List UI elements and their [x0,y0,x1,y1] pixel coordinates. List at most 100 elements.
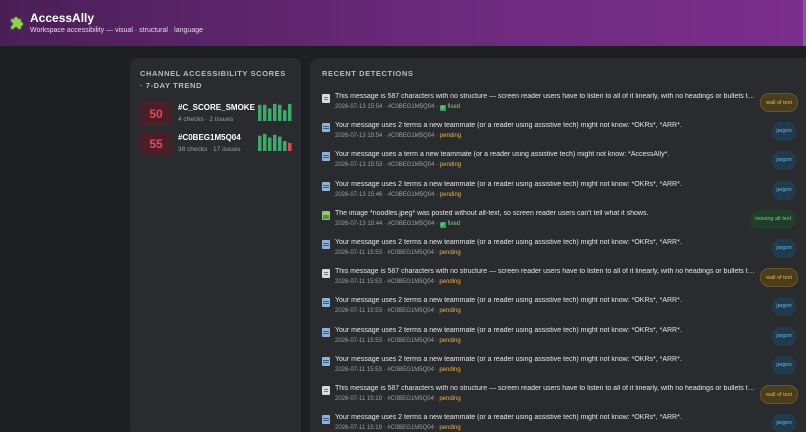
channel-scores-title: Channel accessibility scores · 7-day tre… [140,69,286,90]
detection-row[interactable]: The image *noodles.jpeg* was posted with… [322,208,804,237]
detection-tag: wall of text [760,93,798,112]
detection-meta: 2026-07-11 15:19 · #C0BEG1M5Q04 · pendin… [335,396,461,402]
detection-tag: jargon [772,326,796,346]
status-pending: pending [439,250,461,256]
detection-time: 2026-07-13 15:54 [335,133,383,140]
status-pending: pending [439,396,461,402]
status-pending: pending [439,162,462,169]
detection-row[interactable]: Your message uses 2 terms a new teammate… [322,120,804,149]
message-icon [322,415,330,425]
detection-row[interactable]: Your message uses 2 terms a new teammate… [322,412,804,432]
detection-channel: #C0BEG1M5Q04 [387,308,434,315]
trend-bar [268,108,272,121]
trend-sparkline [258,103,292,121]
detection-channel: #C0BEG1M5Q04 [387,104,435,110]
trend-sparkline [258,133,292,151]
detection-text: Your message uses 2 terms a new teammate… [335,297,682,305]
detection-meta: 2026-07-11 15:53 · #C0BEG1M5Q04 · pendin… [335,308,461,315]
status-pending: pending [439,133,462,140]
trend-bar [258,135,262,151]
check-icon: ✓ [439,105,446,111]
detection-tag: jargon [772,355,796,375]
detection-text: This message is 587 characters with no s… [335,385,755,392]
detection-meta: 2026-07-11 15:19 · #C0BEG1M5Q04 · pendin… [335,425,461,432]
detection-channel: #C0BEG1M5Q04 [387,366,434,373]
message-icon [322,356,330,366]
detection-text: This message is 587 characters with no s… [335,93,755,100]
detection-meta: 2026-07-13 15:44 · #C0BEG1M5Q04 · ✓ fixe… [335,220,461,228]
channel-score-row[interactable]: 55 #C0BEG1M5Q04 38 checks · 17 issues [140,132,293,158]
detection-time: 2026-07-13 15:46 [335,191,383,198]
detection-meta: 2026-07-13 15:53 · #C0BEG1M5Q04 · pendin… [335,162,462,169]
trend-bar [278,104,282,121]
detection-meta: 2026-07-11 15:53 · #C0BEG1M5Q04 · pendin… [335,366,461,373]
recent-detections-title: Recent detections [322,69,414,78]
detection-channel: #C0BEG1M5Q04 [387,250,434,256]
detection-time: 2026-07-11 15:53 [335,308,382,315]
message-icon [322,181,330,191]
detection-row[interactable]: Your message uses 2 terms a new teammate… [322,325,804,354]
detection-text: Your message uses 2 terms a new teammate… [335,122,682,130]
message-icon [322,327,330,337]
detection-row[interactable]: This message is 587 characters with no s… [322,383,804,412]
trend-bar [273,134,277,151]
detection-tag: jargon [772,151,796,171]
trend-bar [288,142,292,151]
document-icon [322,269,330,279]
channel-name: #C0BEG1M5Q04 [178,133,241,142]
detection-meta: 2026-07-11 15:53 · #C0BEG1M5Q04 · pendin… [335,337,461,344]
detection-meta: 2026-07-13 15:54 · #C0BEG1M5Q04 · ✓ fixe… [335,104,461,111]
detection-text: The image *noodles.jpeg* was posted with… [335,209,649,217]
detection-meta: 2026-07-13 15:46 · #C0BEG1M5Q04 · pendin… [335,191,462,198]
app-subtitle: Workspace accessibility — visual · struc… [30,27,203,34]
trend-bar [263,104,267,121]
detection-text: Your message uses 2 terms a new teammate… [335,239,682,246]
detection-time: 2026-07-11 15:19 [335,425,382,432]
detection-text: Your message uses 2 terms a new teammate… [335,355,682,363]
channel-score-row[interactable]: 50 #C_SCORE_SMOKE 4 checks · 2 issues [140,102,293,128]
detection-time: 2026-07-11 15:19 [335,396,382,402]
detection-time: 2026-07-11 15:53 [335,337,382,344]
image-icon [322,210,330,220]
status-pending: pending [439,308,461,315]
detection-time: 2026-07-13 15:53 [335,162,383,169]
status-pending: pending [439,366,461,373]
app-title: AccessAlly [30,11,95,25]
recent-detections-panel: Recent detections This message is 587 ch… [310,58,806,432]
detection-time: 2026-07-13 15:54 [335,104,383,110]
detection-row[interactable]: Your message uses 2 terms a new teammate… [322,237,804,266]
trend-bar [283,141,287,151]
detection-channel: #C0BEG1M5Q04 [387,425,434,432]
trend-bar [283,110,287,121]
detection-channel: #C0BEG1M5Q04 [387,279,434,286]
detection-row[interactable]: Your message uses 2 terms a new teammate… [322,179,804,208]
detection-row[interactable]: This message is 587 characters with no s… [322,266,804,295]
detection-row[interactable]: Your message uses 2 terms a new teammate… [322,295,804,324]
trend-bar [288,103,292,121]
detection-channel: #C0BEG1M5Q04 [387,220,435,227]
status-pending: pending [439,425,461,432]
detection-time: 2026-07-11 15:53 [335,366,382,373]
detection-text: Your message uses a term a new teammate … [335,151,670,159]
detection-tag: jargon [772,239,796,258]
detection-row[interactable]: Your message uses a term a new teammate … [322,149,804,178]
detection-tag: jargon [772,180,796,200]
detection-row[interactable]: This message is 587 characters with no s… [322,91,804,120]
status-pending: pending [439,191,462,198]
detection-channel: #C0BEG1M5Q04 [387,162,435,169]
detection-tag: jargon [772,414,796,432]
detection-channel: #C0BEG1M5Q04 [387,133,435,140]
detection-tag: wall of text [760,268,798,288]
channel-meta: 4 checks · 2 issues [178,116,234,123]
detection-time: 2026-07-11 15:53 [335,279,382,286]
detection-meta: 2026-07-11 15:53 · #C0BEG1M5Q04 · pendin… [335,279,461,286]
message-icon [322,298,330,308]
detection-row[interactable]: Your message uses 2 terms a new teammate… [322,354,804,383]
detection-text: This message is 587 characters with no s… [335,268,755,276]
detection-time: 2026-07-11 15:53 [335,250,382,256]
detection-meta: 2026-07-11 15:53 · #C0BEG1M5Q04 · pendin… [335,250,461,256]
detection-text: Your message uses 2 terms a new teammate… [335,414,682,422]
detection-meta: 2026-07-13 15:54 · #C0BEG1M5Q04 · pendin… [335,133,462,140]
app-header: AccessAlly Workspace accessibility — vis… [0,0,806,46]
message-icon [322,240,330,249]
